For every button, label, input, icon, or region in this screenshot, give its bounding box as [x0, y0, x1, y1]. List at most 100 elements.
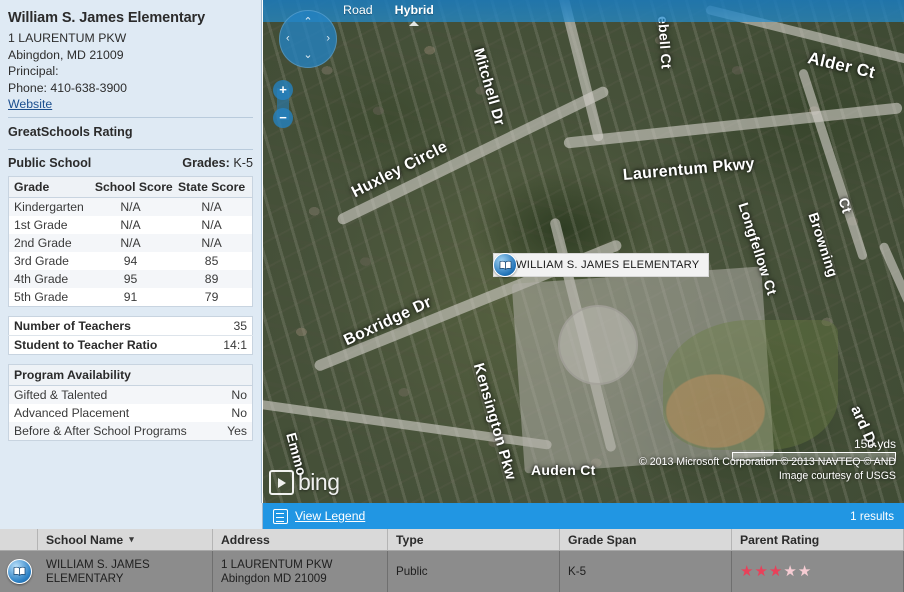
- table-row: Student to Teacher Ratio 14:1: [8, 335, 253, 355]
- legend-bar: View Legend 1 results: [263, 503, 904, 529]
- col-grade-span[interactable]: Grade Span: [560, 529, 732, 550]
- school-detail-sidebar: William S. James Elementary 1 LAURENTUM …: [0, 0, 262, 503]
- cell-state-score: 79: [204, 290, 219, 304]
- program-availability-table: Program Availability Gifted & Talented No…: [8, 364, 253, 441]
- map-attribution-line-1: © 2013 Microsoft Corporation © 2013 NAVT…: [639, 456, 896, 468]
- school-stats-table: Number of Teachers 35 Student to Teacher R…: [8, 316, 253, 355]
- cell-grade: 1st Grade: [14, 218, 68, 232]
- cell-state-score: 89: [171, 270, 253, 288]
- table-row[interactable]: WILLIAM S. JAMES ELEMENTARY 1 LAURENTUM …: [0, 551, 904, 592]
- table-row: 2nd Grade N/A N/A: [8, 234, 253, 252]
- cell-state-score: N/A: [201, 218, 222, 232]
- map-mode-hybrid[interactable]: Hybrid: [393, 3, 436, 17]
- school-finder-app: William S. James Elementary 1 LAURENTUM …: [0, 0, 904, 592]
- map-attribution-line-2: Image courtesy of USGS: [778, 470, 896, 482]
- cell-address: 1 LAURENTUM PKW Abingdon MD 21009: [213, 551, 388, 592]
- cell-type: Public: [388, 551, 560, 592]
- cell-grade: 4th Grade: [8, 270, 90, 288]
- pan-down-icon[interactable]: ⌄: [303, 50, 312, 61]
- cell-grade-span: K-5: [560, 551, 732, 592]
- map-scale-label: 150 yds: [853, 437, 896, 451]
- col-address[interactable]: Address: [213, 529, 388, 550]
- cell-state-score: 85: [204, 254, 219, 268]
- school-dome-shape: [558, 305, 638, 385]
- cell-school-score: N/A: [89, 197, 172, 216]
- cell-program-value: No: [130, 385, 253, 404]
- map-viewport[interactable]: Road Hybrid ⌃ ⌄ ‹ › + − Mitchell Dr Laure…: [263, 0, 904, 503]
- legend-list-icon: [273, 508, 288, 524]
- view-legend-button[interactable]: View Legend: [273, 508, 365, 524]
- cell-program-label: Gifted & Talented: [8, 385, 131, 404]
- map-attribution: © 2013 Microsoft Corporation © 2013 NAVT…: [639, 455, 896, 483]
- col-type[interactable]: Type: [388, 529, 560, 550]
- cell-stat-label: Number of Teachers: [14, 319, 131, 333]
- star-filled-icon: ★: [740, 563, 754, 580]
- grades-range: K-5: [233, 156, 253, 170]
- principal-line: Principal:: [8, 64, 59, 78]
- table-header-row: Program Availability: [8, 364, 253, 386]
- address-line-1: 1 LAURENTUM PKW: [8, 31, 127, 45]
- program-availability-heading: Program Availability: [8, 364, 253, 386]
- grades-label: Grades:: [182, 156, 230, 170]
- school-type-label: Public School: [8, 156, 92, 170]
- table-header-row: Grade School Score State Score: [8, 176, 253, 198]
- address-line-2: Abingdon, MD 21009: [8, 47, 124, 62]
- phone-line: Phone: 410-638-3900: [8, 80, 127, 95]
- star-empty-icon: ★: [783, 563, 797, 580]
- col-parent-rating[interactable]: Parent Rating: [732, 529, 904, 550]
- col-icon: [0, 529, 38, 550]
- star-filled-icon: ★: [768, 563, 783, 580]
- cell-school-score: 95: [89, 270, 172, 288]
- cell-school-score: 94: [123, 254, 138, 268]
- cell-school-score: 91: [123, 290, 138, 304]
- pan-left-icon[interactable]: ‹: [286, 33, 290, 45]
- table-row: 3rd Grade 94 85: [9, 252, 253, 270]
- col-grade: Grade: [8, 176, 90, 198]
- cell-state-score: N/A: [171, 234, 253, 252]
- cell-grade: 5th Grade: [14, 290, 69, 304]
- grades-value: Grades: K-5: [182, 156, 253, 170]
- zoom-in-icon[interactable]: +: [273, 80, 293, 100]
- table-row: 1st Grade N/A N/A: [9, 216, 253, 234]
- bing-wordmark: bing: [298, 469, 340, 495]
- col-state-score: State Score: [171, 176, 253, 198]
- pan-up-icon[interactable]: ⌃: [303, 17, 312, 28]
- map-school-marker-label: WILLIAM S. JAMES ELEMENTARY: [493, 253, 710, 277]
- cell-program-label: Advanced Placement: [14, 406, 130, 420]
- greatschools-rating-heading: GreatSchools Rating: [8, 125, 133, 139]
- ball-field-shape: [663, 320, 838, 450]
- table-row: 5th Grade 91 79: [9, 288, 253, 307]
- cell-stat-label: Student to Teacher Ratio: [8, 335, 157, 355]
- col-school-name[interactable]: School Name: [38, 529, 213, 550]
- grade-scores-table: Grade School Score State Score Kindergar…: [8, 176, 253, 307]
- zoom-out-icon[interactable]: −: [273, 108, 293, 128]
- map-pan-wheel[interactable]: ⌃ ⌄ ‹ ›: [279, 10, 337, 68]
- table-row: 4th Grade 95 89: [8, 270, 253, 288]
- results-grid-header: School Name Address Type Grade Span Pare…: [0, 529, 904, 551]
- results-count: 1 results: [850, 509, 894, 523]
- cell-school-score: N/A: [89, 234, 172, 252]
- school-name-line-1: WILLIAM S. JAMES: [46, 557, 150, 571]
- table-row: Gifted & Talented No: [8, 385, 253, 404]
- star-empty-icon: ★: [797, 563, 812, 580]
- map-school-marker[interactable]: WILLIAM S. JAMES ELEMENTARY: [493, 253, 710, 277]
- legend-bar-left-filler: [0, 503, 263, 529]
- website-link[interactable]: Website: [8, 96, 52, 113]
- table-row: Before & After School Programs Yes: [8, 422, 253, 441]
- page-title: William S. James Elementary: [8, 10, 206, 26]
- star-filled-icon: ★: [754, 563, 768, 580]
- pan-right-icon[interactable]: ›: [326, 33, 330, 45]
- view-legend-label[interactable]: View Legend: [295, 509, 365, 523]
- row-school-icon-cell: [0, 551, 38, 592]
- cell-program-value: No: [231, 406, 247, 420]
- results-grid: School Name Address Type Grade Span Pare…: [0, 529, 904, 592]
- map-mode-tabs[interactable]: Road Hybrid: [341, 3, 436, 17]
- bing-logo[interactable]: bing: [269, 469, 340, 495]
- cell-grade: Kindergarten: [8, 197, 90, 216]
- cell-program-label: Before & After School Programs: [8, 422, 187, 441]
- school-book-icon: [493, 253, 517, 277]
- address-line-1: 1 LAURENTUM PKW: [221, 557, 333, 571]
- address-line-2: Abingdon MD 21009: [221, 571, 327, 585]
- map-mode-road[interactable]: Road: [341, 3, 375, 17]
- cell-state-score: N/A: [171, 197, 253, 216]
